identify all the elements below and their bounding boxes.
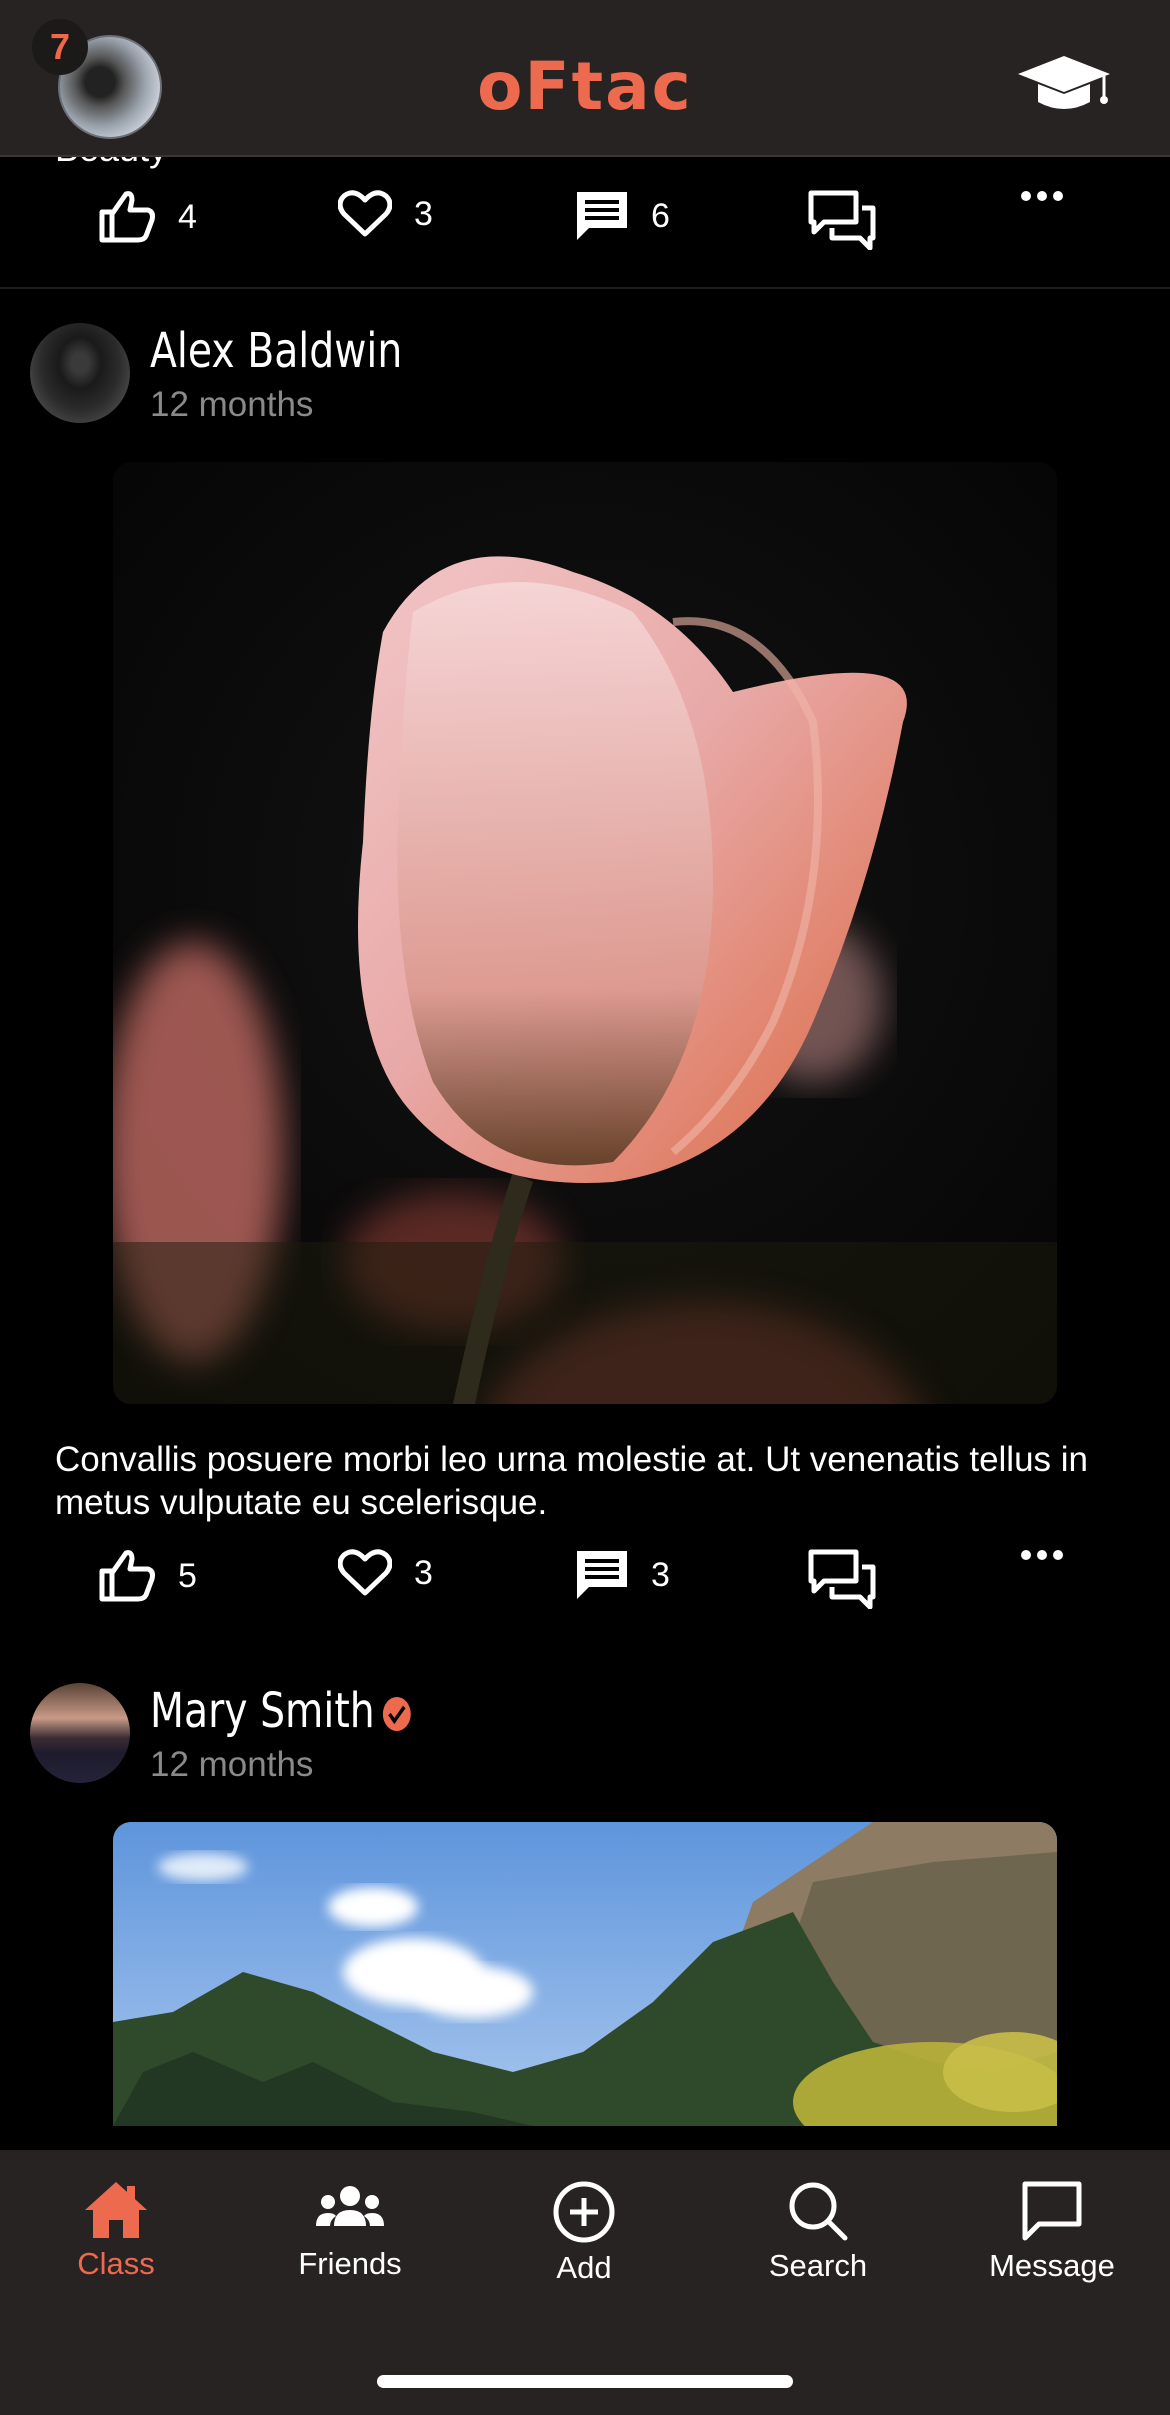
author-name[interactable]: Mary Smith	[150, 1683, 412, 1739]
verified-icon	[382, 1697, 411, 1731]
discuss-button[interactable]	[808, 1549, 876, 1609]
heart-icon	[338, 1549, 392, 1596]
comment-icon	[577, 192, 627, 240]
post-actions: 4 3 6	[0, 190, 1170, 260]
home-icon	[85, 2182, 147, 2238]
add-circle-icon	[553, 2181, 615, 2243]
tulip-photo	[113, 462, 1057, 1404]
comment-count: 3	[651, 1555, 670, 1594]
like-count: 5	[178, 1556, 197, 1595]
like-count: 4	[178, 197, 197, 236]
nav-label: Add	[556, 2250, 612, 2285]
more-button[interactable]	[1020, 190, 1064, 202]
post-divider	[0, 287, 1170, 289]
like-button[interactable]: 5	[98, 1549, 197, 1603]
nav-label: Friends	[298, 2246, 402, 2281]
more-options-icon	[1021, 1550, 1063, 1560]
post-time: 12 months	[150, 1745, 314, 1784]
app-logo: oFtac	[477, 48, 693, 125]
author-name-text: Mary Smith	[150, 1683, 375, 1739]
top-bar: 7 oFtac	[0, 0, 1170, 157]
author-name[interactable]: Alex Baldwin	[150, 323, 402, 379]
chat-bubbles-icon	[808, 1549, 876, 1609]
post-image[interactable]	[113, 462, 1057, 1404]
post-image[interactable]	[113, 1822, 1057, 2126]
nav-item-friends[interactable]: Friends	[250, 2180, 450, 2282]
comment-icon	[577, 1551, 627, 1599]
nav-label: Search	[768, 2248, 868, 2283]
comment-count: 6	[651, 196, 670, 235]
nav-item-search[interactable]: Search	[718, 2180, 918, 2284]
comment-button[interactable]: 6	[575, 190, 670, 242]
feed[interactable]: Beauty 4 3 6	[0, 0, 1170, 2150]
mountain-forest-photo	[113, 1822, 1057, 2126]
message-icon	[1022, 2181, 1082, 2241]
nav-label: Class	[77, 2246, 155, 2281]
friends-icon	[316, 2186, 384, 2226]
heart-button[interactable]: 3	[338, 190, 433, 238]
thumbs-up-icon	[99, 1550, 155, 1602]
author-avatar[interactable]	[30, 323, 130, 423]
author-avatar[interactable]	[30, 1683, 130, 1783]
nav-item-class[interactable]: Class	[16, 2180, 216, 2282]
post-caption: Convallis posuere morbi leo urna molesti…	[55, 1440, 1089, 1522]
heart-count: 3	[414, 194, 433, 233]
more-options-icon	[1021, 191, 1063, 201]
post-header: Mary Smith 12 months	[30, 1683, 1130, 1793]
heart-button[interactable]: 3	[338, 1549, 433, 1597]
like-button[interactable]: 4	[98, 190, 197, 244]
search-icon	[789, 2182, 848, 2241]
post-time: 12 months	[150, 385, 314, 424]
post-actions: 5 3 3	[0, 1549, 1170, 1619]
comment-button[interactable]: 3	[575, 1549, 670, 1601]
nav-item-add[interactable]: Add	[484, 2180, 684, 2286]
more-button[interactable]	[1020, 1549, 1064, 1561]
heart-icon	[338, 190, 392, 237]
nav-item-message[interactable]: Message	[952, 2180, 1152, 2284]
post-header: Alex Baldwin 12 months	[30, 323, 1130, 433]
graduation-cap-icon[interactable]	[1016, 52, 1112, 116]
chat-bubbles-icon	[808, 190, 876, 250]
discuss-button[interactable]	[808, 190, 876, 250]
nav-label: Message	[989, 2248, 1115, 2283]
heart-count: 3	[414, 1553, 433, 1592]
thumbs-up-icon	[99, 191, 155, 243]
home-indicator	[377, 2375, 793, 2388]
